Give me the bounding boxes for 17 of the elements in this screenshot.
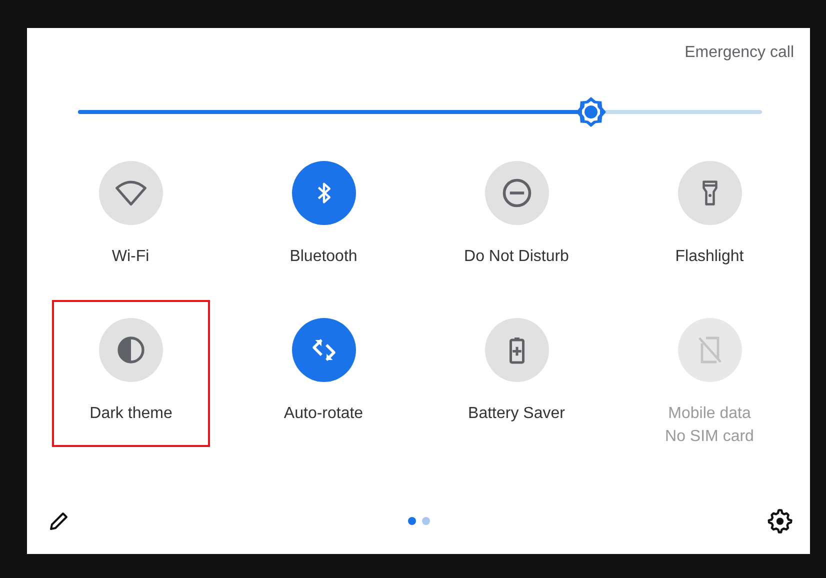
tile-label: Auto-rotate (284, 405, 364, 423)
brightness-thumb-icon[interactable] (575, 96, 607, 128)
tile-label: Bluetooth (290, 248, 358, 266)
tile-label: Do Not Disturb (464, 248, 569, 266)
tile-label: Dark theme (90, 405, 172, 423)
page-dot[interactable] (408, 517, 416, 525)
settings-button[interactable] (767, 508, 793, 534)
tile-status: No SIM card (665, 428, 754, 446)
page-dot[interactable] (422, 517, 430, 525)
settings-icon (767, 508, 793, 534)
brightness-slider[interactable] (78, 96, 762, 128)
emergency-call-button[interactable]: Emergency call (684, 44, 794, 62)
tile-label: Battery Saver (468, 405, 565, 423)
tile-label: Mobile data (668, 405, 751, 423)
half-circle-icon (115, 334, 147, 366)
tile-label: Wi-Fi (112, 248, 150, 266)
tile-label: Flashlight (675, 248, 744, 266)
